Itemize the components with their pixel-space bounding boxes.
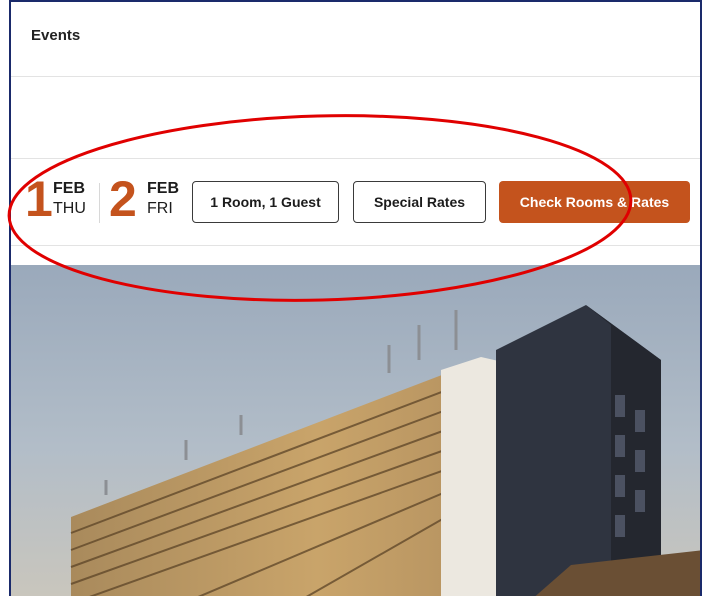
check-out-day: 2 [109,171,137,227]
check-out-month: FEB [147,180,179,197]
hotel-building-photo [11,265,700,596]
check-in-date[interactable]: 1 FEB THU [25,173,95,225]
special-rates-button[interactable]: Special Rates [353,181,486,223]
check-in-weekday: THU [53,200,86,217]
booking-widget: 1 FEB THU 2 FEB FRI 1 Room, 1 Guest Spec… [11,159,700,246]
page-frame: Events 1 FEB THU 2 FEB FRI 1 Room, 1 Gue… [9,0,702,596]
rooms-guests-button[interactable]: 1 Room, 1 Guest [192,181,339,223]
nav-events-link[interactable]: Events [31,27,80,44]
date-divider [99,183,100,223]
check-out-date[interactable]: 2 FEB FRI [109,173,189,225]
hotel-building-illustration [70,305,700,596]
check-rooms-rates-button[interactable]: Check Rooms & Rates [499,181,690,223]
blank-section [11,77,700,159]
check-in-day: 1 [25,171,53,227]
check-in-month: FEB [53,180,85,197]
nav-bar: Events [11,2,700,77]
check-out-weekday: FRI [147,200,173,217]
